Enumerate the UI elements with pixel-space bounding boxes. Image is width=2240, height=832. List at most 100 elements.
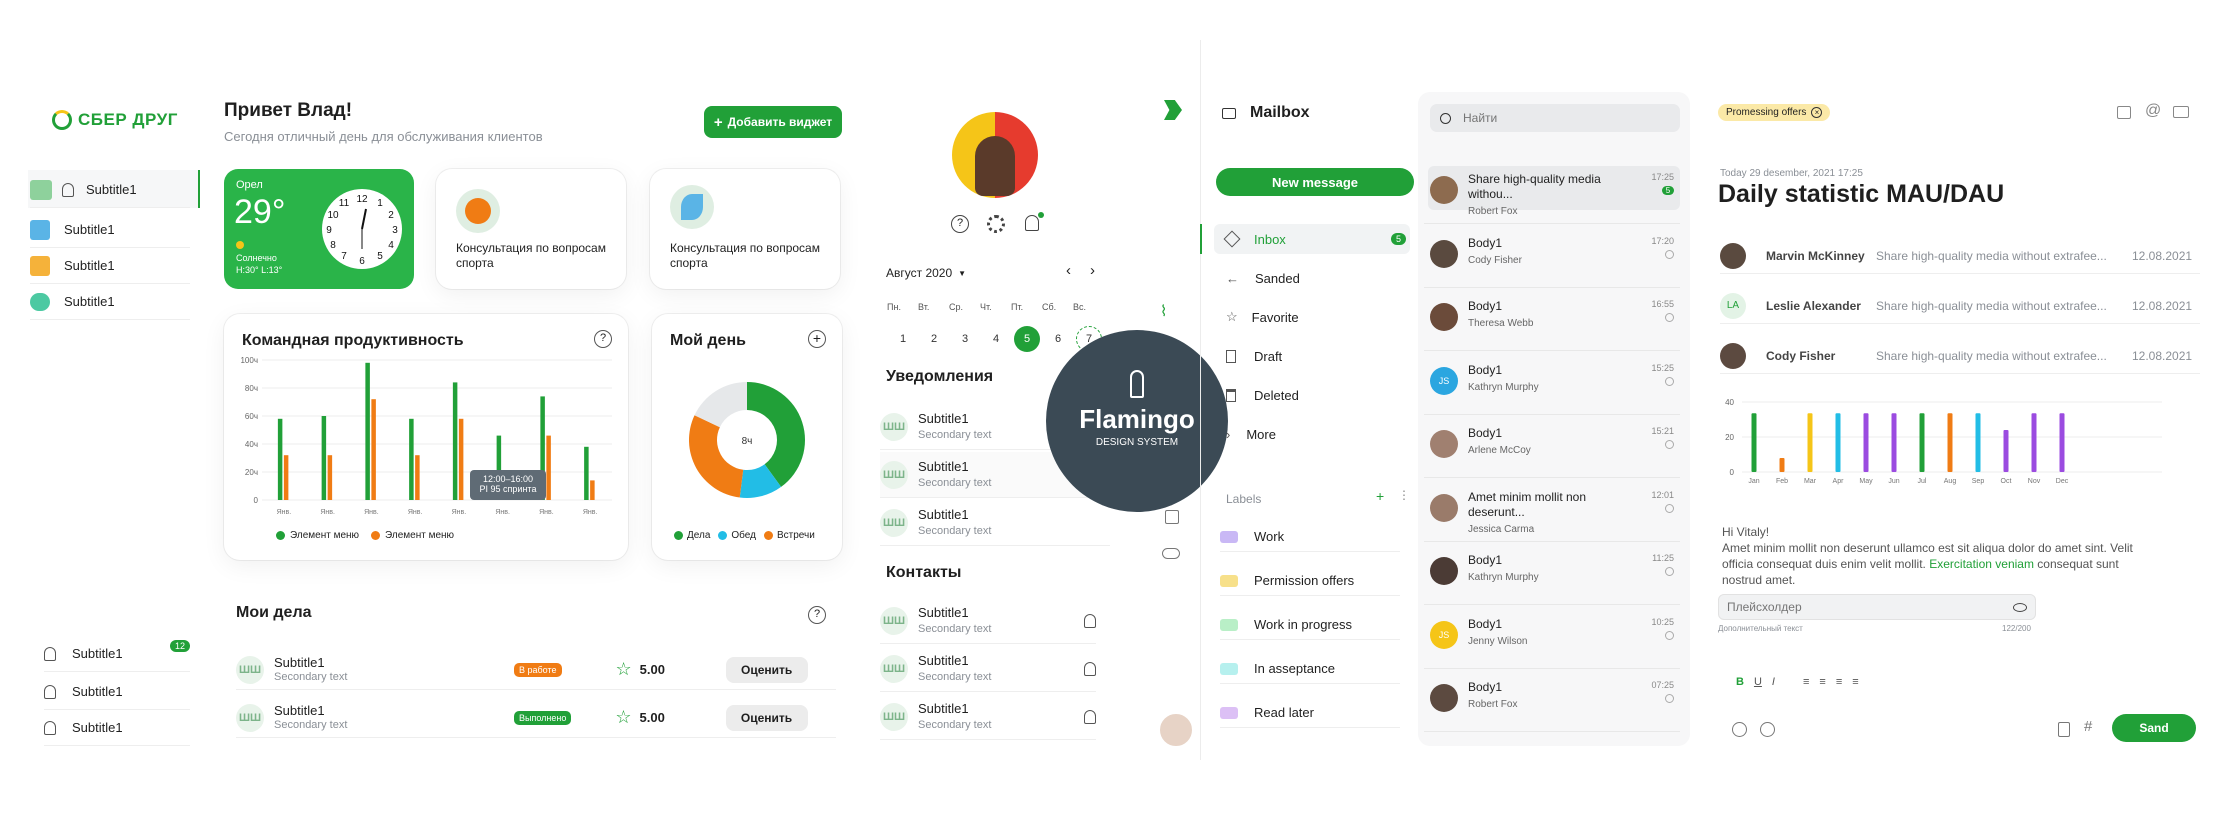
folder-more[interactable]: › More <box>1226 419 1426 449</box>
film-icon[interactable] <box>1165 510 1179 524</box>
calendar-date[interactable]: 6 <box>1045 326 1071 352</box>
add-label-icon[interactable]: + <box>1376 488 1384 504</box>
calendar-date[interactable]: 1 <box>890 326 916 352</box>
activity-icon[interactable]: ⌇ <box>1160 302 1167 320</box>
align-center-icon[interactable]: ≡ <box>1819 676 1825 688</box>
info-icon[interactable] <box>1732 722 1747 737</box>
at-icon[interactable]: @ <box>2145 102 2161 120</box>
search-box[interactable] <box>1430 104 1680 132</box>
body-link[interactable]: Exercitation veniam <box>1929 557 2034 571</box>
status-icon <box>1665 694 1674 703</box>
align-left-icon[interactable]: ≡ <box>1803 676 1809 688</box>
align-right-icon[interactable]: ≡ <box>1836 676 1842 688</box>
label-item[interactable]: Permission offers <box>1220 566 1400 596</box>
sidebar-bottom-1[interactable]: Subtitle1 12 <box>44 636 190 672</box>
underline-icon[interactable]: U <box>1754 676 1762 688</box>
stat-row[interactable]: Marvin McKinney Share high-quality media … <box>1720 238 2200 274</box>
close-icon[interactable]: × <box>1811 107 1823 118</box>
reply-field[interactable] <box>1727 600 2013 614</box>
mail-item[interactable]: Share high-quality media withou... Robert… <box>1424 166 1680 224</box>
mail-item[interactable]: Body1 Cody Fisher 17:20 <box>1424 230 1680 288</box>
chevron-left-icon[interactable]: ‹ <box>1066 262 1071 279</box>
bold-icon[interactable]: B <box>1736 676 1744 688</box>
tooltip-time: 12:00–16:00 <box>482 474 534 484</box>
archive-icon[interactable] <box>2117 106 2131 119</box>
label-item[interactable]: In asseptance <box>1220 654 1400 684</box>
send-button[interactable]: Sand <box>2112 714 2196 742</box>
mail-item[interactable]: Body1 Arlene McCoy 15:21 <box>1424 420 1680 478</box>
task-row[interactable]: ШШ Subtitle1 Secondary text Выполнено ☆ 5… <box>236 698 836 738</box>
stat-row[interactable]: LA Leslie Alexander Share high-quality med… <box>1720 288 2200 324</box>
gear-icon[interactable] <box>987 215 1005 233</box>
align-justify-icon[interactable]: ≡ <box>1852 676 1858 688</box>
contact-item[interactable]: ШШ Subtitle1 Secondary text <box>880 598 1096 644</box>
profile-avatar[interactable] <box>952 112 1038 198</box>
folder-draft[interactable]: Draft <box>1226 341 1426 371</box>
contact-item[interactable]: ШШ Subtitle1 Secondary text <box>880 694 1096 740</box>
cast-icon[interactable] <box>2173 106 2189 118</box>
sidebar-bottom-3[interactable]: Subtitle1 <box>44 710 190 746</box>
help-icon[interactable]: ? <box>808 606 826 624</box>
stat-row[interactable]: Cody Fisher Share high-quality media with… <box>1720 338 2200 374</box>
calendar-date[interactable]: 5 <box>1014 326 1040 352</box>
emoji-icon[interactable] <box>1760 722 1775 737</box>
mail-item[interactable]: Body1 Kathryn Murphy 11:25 <box>1424 547 1680 605</box>
mail-item[interactable]: Amet minim mollit non deserunt... Jessica… <box>1424 484 1680 542</box>
label-item[interactable]: Work in progress <box>1220 610 1400 640</box>
mail-item[interactable]: Body1 Robert Fox 07:25 <box>1424 674 1680 732</box>
mail-subject: Body1 <box>1468 299 1503 313</box>
folder-inbox[interactable]: Inbox 5 <box>1223 224 1406 254</box>
help-icon[interactable]: ? <box>951 215 969 233</box>
chevron-right-icon[interactable]: › <box>1090 262 1095 279</box>
reply-input[interactable] <box>1718 594 2036 620</box>
contact-item[interactable]: ШШ Subtitle1 Secondary text <box>880 646 1096 692</box>
cloud-icon[interactable] <box>1162 548 1180 559</box>
promo-chip[interactable]: Promessing offers × <box>1718 104 1831 121</box>
rate-button[interactable]: Оценить <box>725 656 808 683</box>
help-icon[interactable]: ? <box>594 330 612 348</box>
sidebar-item-2[interactable]: Subtitle1 <box>30 212 190 248</box>
label-item[interactable]: Work <box>1220 522 1400 552</box>
folder-deleted[interactable]: Deleted <box>1226 380 1426 410</box>
calendar-date[interactable]: 2 <box>921 326 947 352</box>
attach-file-icon[interactable] <box>2058 722 2070 737</box>
user-avatar[interactable] <box>1158 712 1194 748</box>
char-counter: 122/200 <box>2002 624 2031 633</box>
sidebar-bottom-2[interactable]: Subtitle1 <box>44 674 190 710</box>
rate-button[interactable]: Оценить <box>725 704 808 731</box>
add-widget-button[interactable]: + Добавить виджет <box>704 106 842 138</box>
search-input[interactable] <box>1463 111 1663 125</box>
folder-sanded[interactable]: ← Sanded <box>1226 263 1426 293</box>
sidebar-item-4[interactable]: Subtitle1 <box>30 284 190 320</box>
avatar <box>1430 557 1458 585</box>
calendar-month[interactable]: Август 2020 ▼ <box>886 266 966 280</box>
task-row[interactable]: ШШ Subtitle1 Secondary text В работе ☆ 5.… <box>236 650 836 690</box>
notification-item[interactable]: ШШ Subtitle1 Secondary text <box>880 500 1110 546</box>
add-icon[interactable]: + <box>808 330 826 348</box>
weather-card[interactable]: Орел 29° Солнечно H:30° L:13° 12 1 2 3 4 5 6 7 8… <box>224 169 414 289</box>
mail-item[interactable]: JS Body1 Jenny Wilson 10:25 <box>1424 611 1680 669</box>
bell-icon[interactable] <box>1025 215 1039 231</box>
consult-card-1[interactable]: Консультация по вопросам спорта <box>436 169 626 289</box>
calendar-date[interactable]: 3 <box>952 326 978 352</box>
more-vert-icon[interactable]: ⋮ <box>1398 488 1410 502</box>
star-icon[interactable]: ☆ <box>616 659 632 680</box>
italic-icon[interactable]: I <box>1772 676 1775 688</box>
tasks-title: Мои дела <box>236 604 312 621</box>
consult-card-2[interactable]: Консультация по вопросам спорта <box>650 169 840 289</box>
mail-item[interactable]: JS Body1 Kathryn Murphy 15:25 <box>1424 357 1680 415</box>
bell-icon[interactable] <box>1084 661 1096 676</box>
calendar-date[interactable]: 4 <box>983 326 1009 352</box>
star-icon[interactable]: ☆ <box>615 707 631 728</box>
eye-icon[interactable] <box>2013 602 2027 612</box>
sidebar-item-1[interactable]: Subtitle1 <box>30 172 190 208</box>
new-message-button[interactable]: New message <box>1216 168 1414 196</box>
weekday-label: Пн. <box>887 302 901 312</box>
hash-icon[interactable]: # <box>2084 718 2092 735</box>
mail-item[interactable]: Body1 Theresa Webb 16:55 <box>1424 293 1680 351</box>
bell-icon[interactable] <box>1084 709 1096 724</box>
folder-favorite[interactable]: ☆ Favorite <box>1226 302 1426 332</box>
sidebar-item-3[interactable]: Subtitle1 <box>30 248 190 284</box>
bell-icon[interactable] <box>1084 613 1096 628</box>
label-item[interactable]: Read later <box>1220 698 1400 728</box>
